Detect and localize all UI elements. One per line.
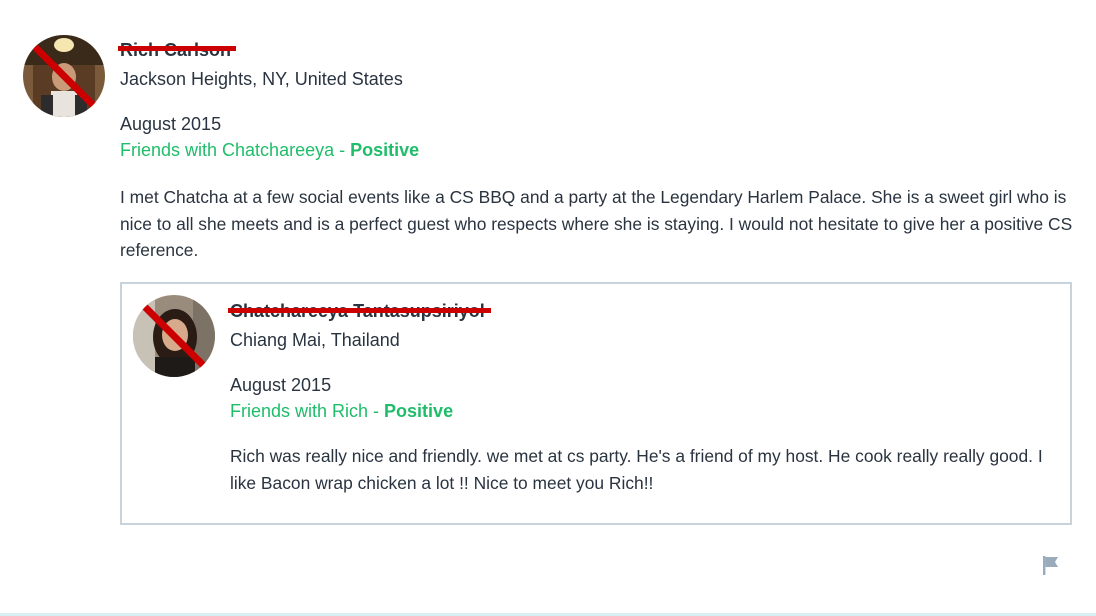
rating-badge: Positive	[384, 401, 454, 421]
responder-avatar[interactable]	[133, 295, 215, 377]
rating-badge: Positive	[350, 140, 420, 160]
author-avatar[interactable]	[23, 35, 105, 117]
flag-icon	[1043, 556, 1058, 575]
reference-date: August 2015	[120, 114, 222, 134]
responder-name-redaction	[228, 308, 491, 313]
user-photo-avatar-icon	[23, 35, 105, 117]
report-flag-button[interactable]	[1040, 554, 1062, 576]
user-photo-avatar-icon	[133, 295, 215, 377]
author-name-redaction	[118, 46, 236, 51]
response-text: Rich was really nice and friendly. we me…	[230, 446, 1043, 493]
relationship-prefix: Friends with Rich -	[230, 401, 385, 421]
response-date: August 2015	[230, 375, 332, 395]
reference-text: I met Chatcha at a few social events lik…	[120, 187, 1073, 260]
response-relationship: Friends with Rich - Positive	[230, 400, 453, 422]
relationship-prefix: Friends with Chatchareeya -	[120, 140, 351, 160]
reference-relationship: Friends with Chatchareeya - Positive	[120, 139, 419, 161]
author-location: Jackson Heights, NY, United States	[120, 69, 403, 89]
reference-card: Rich Carlson Jackson Heights, NY, United…	[0, 0, 1096, 616]
responder-location: Chiang Mai, Thailand	[230, 330, 400, 350]
